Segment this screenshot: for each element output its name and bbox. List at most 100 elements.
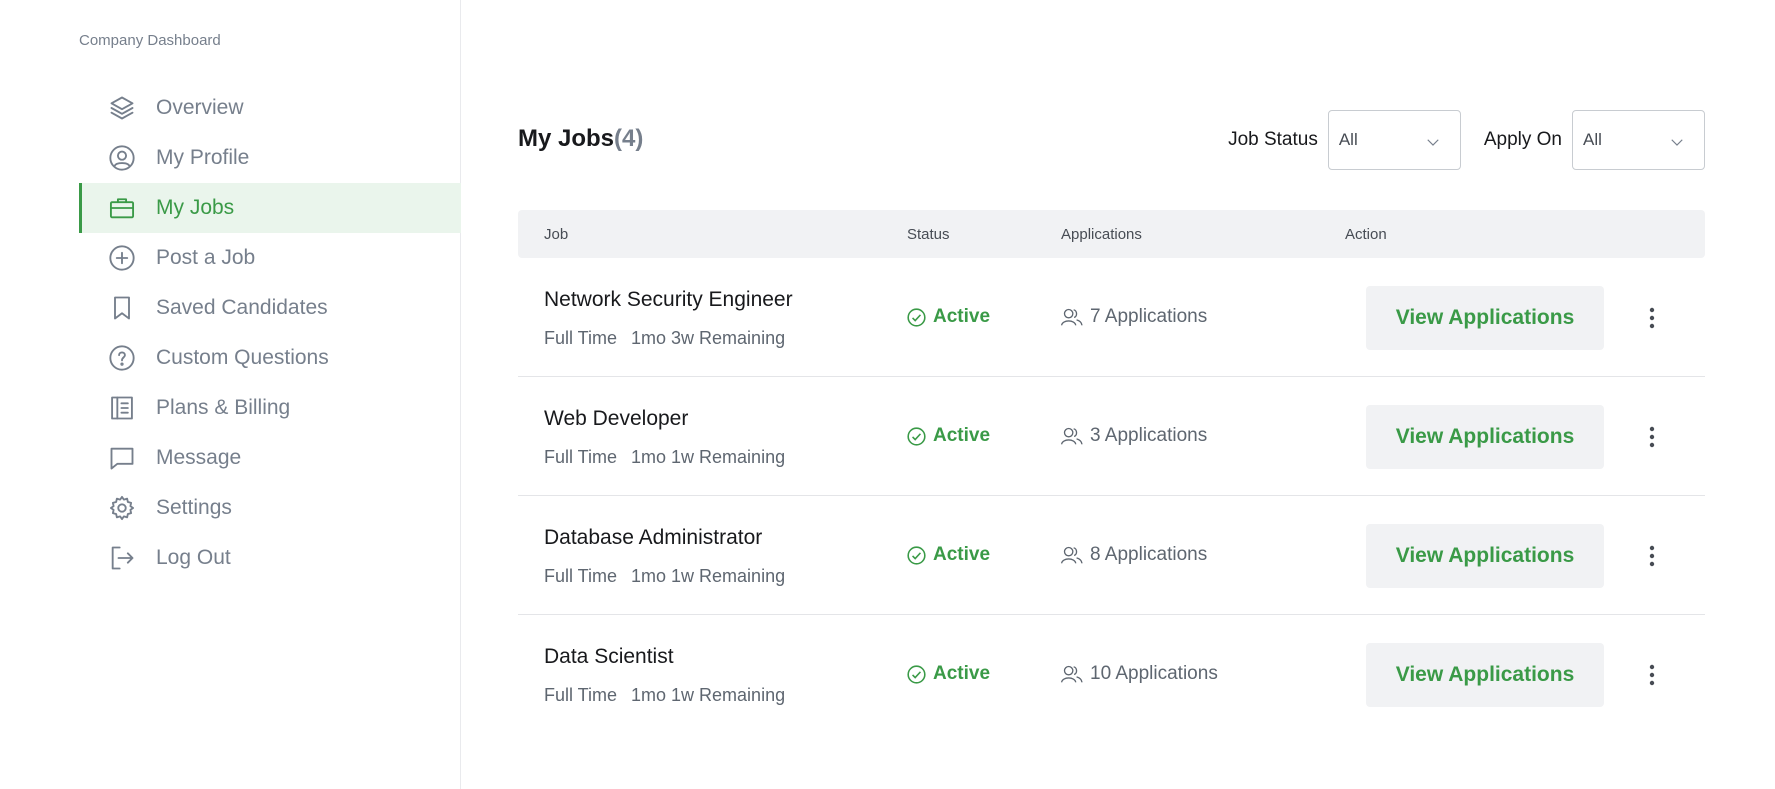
job-meta: Full Time 1mo 3w Remaining [544, 328, 785, 349]
column-header-job: Job [544, 226, 569, 243]
job-type: Full Time [544, 328, 618, 348]
sidebar-item-label: Overview [156, 96, 244, 119]
sidebar-item-label: Settings [156, 496, 232, 519]
applications-text: 8 Applications [1090, 544, 1208, 565]
users-icon [1060, 665, 1083, 683]
check-circle-icon [907, 664, 926, 684]
users-icon [1060, 546, 1083, 564]
page-title: My Jobs(4) [518, 125, 643, 153]
sidebar-item-my-profile[interactable]: My Profile [79, 133, 461, 183]
job-status-select[interactable]: All [1327, 110, 1461, 170]
column-header-applications: Applications [1061, 226, 1142, 243]
job-title[interactable]: Network Security Engineer [544, 288, 793, 312]
filters: Job Status All Apply On All [1228, 110, 1705, 170]
sidebar-item-plans-billing[interactable]: Plans & Billing [79, 383, 461, 433]
logout-icon [108, 544, 136, 572]
table-header: Job Status Applications Action [518, 210, 1705, 258]
job-type: Full Time [544, 447, 618, 467]
table-row: Data Scientist Full Time 1mo 1w Remaining… [518, 615, 1705, 734]
users-icon [1060, 427, 1083, 445]
sidebar-item-saved-candidates[interactable]: Saved Candidates [79, 283, 461, 333]
job-meta: Full Time 1mo 1w Remaining [544, 447, 785, 468]
more-options-icon[interactable] [1638, 659, 1666, 691]
sidebar-item-my-jobs[interactable]: My Jobs [79, 183, 461, 233]
view-applications-button[interactable]: View Applications [1366, 405, 1604, 469]
status-badge: Active [906, 544, 990, 566]
chevron-down-icon [1424, 133, 1442, 151]
sidebar-item-label: Message [156, 446, 242, 469]
sidebar-item-custom-questions[interactable]: Custom Questions [79, 333, 461, 383]
job-remaining: 1mo 3w Remaining [631, 328, 786, 348]
job-type: Full Time [544, 685, 618, 705]
table-row: Network Security Engineer Full Time 1mo 3… [518, 258, 1705, 377]
bookmark-icon [108, 294, 136, 322]
job-status-label: Job Status [1228, 129, 1318, 150]
applications-count: 3 Applications [1060, 425, 1207, 447]
sidebar-item-overview[interactable]: Overview [79, 83, 461, 133]
check-circle-icon [907, 545, 926, 565]
sidebar-item-label: Saved Candidates [156, 296, 328, 319]
job-remaining: 1mo 1w Remaining [631, 685, 786, 705]
applications-count: 8 Applications [1060, 544, 1207, 566]
chevron-down-icon [1668, 133, 1686, 151]
sidebar-item-message[interactable]: Message [79, 433, 461, 483]
main-content: My Jobs(4) Job Status All Apply On All J… [518, 0, 1705, 789]
job-title[interactable]: Data Scientist [544, 645, 674, 669]
status-badge: Active [906, 663, 990, 685]
apply-on-select[interactable]: All [1572, 110, 1705, 170]
view-applications-button[interactable]: View Applications [1366, 286, 1604, 350]
job-count: (4) [614, 125, 644, 152]
status-text: Active [933, 425, 991, 446]
gear-icon [108, 494, 136, 522]
table-row: Database Administrator Full Time 1mo 1w R… [518, 496, 1705, 615]
more-options-icon[interactable] [1638, 540, 1666, 572]
sidebar-nav: Overview My Profile My Jobs Post a Job S… [79, 83, 461, 583]
apply-on-label: Apply On [1483, 129, 1562, 150]
applications-text: 10 Applications [1090, 663, 1218, 684]
job-remaining: 1mo 1w Remaining [631, 566, 786, 586]
sidebar-item-post-a-job[interactable]: Post a Job [79, 233, 461, 283]
job-meta: Full Time 1mo 1w Remaining [544, 566, 785, 587]
table-row: Web Developer Full Time 1mo 1w Remaining … [518, 377, 1705, 496]
more-options-icon[interactable] [1638, 421, 1666, 453]
users-icon [1060, 308, 1083, 326]
applications-text: 3 Applications [1090, 425, 1208, 446]
job-type: Full Time [544, 566, 618, 586]
sidebar-item-log-out[interactable]: Log Out [79, 533, 461, 583]
job-title[interactable]: Database Administrator [544, 526, 762, 550]
sidebar-item-settings[interactable]: Settings [79, 483, 461, 533]
status-text: Active [933, 306, 991, 327]
status-text: Active [933, 544, 991, 565]
user-circle-icon [108, 144, 136, 172]
apply-on-value: All [1583, 130, 1602, 149]
column-header-status: Status [907, 226, 950, 243]
page-title-text: My Jobs [518, 125, 615, 152]
sidebar-item-label: My Jobs [156, 196, 235, 219]
check-circle-icon [907, 426, 926, 446]
more-options-icon[interactable] [1638, 302, 1666, 334]
notebook-icon [108, 394, 136, 422]
applications-count: 7 Applications [1060, 306, 1207, 328]
chat-icon [108, 444, 136, 472]
sidebar-item-label: Post a Job [156, 246, 256, 269]
sidebar-item-label: Log Out [156, 546, 231, 569]
status-badge: Active [906, 425, 990, 447]
sidebar-item-label: My Profile [156, 146, 250, 169]
status-text: Active [933, 663, 991, 684]
status-badge: Active [906, 306, 990, 328]
sidebar: Company Dashboard Overview My Profile My… [0, 0, 461, 789]
job-title[interactable]: Web Developer [544, 407, 688, 431]
briefcase-icon [108, 194, 136, 222]
view-applications-button[interactable]: View Applications [1366, 524, 1604, 588]
view-applications-button[interactable]: View Applications [1366, 643, 1604, 707]
sidebar-item-label: Custom Questions [156, 346, 329, 369]
column-header-action: Action [1345, 226, 1387, 243]
job-status-value: All [1338, 130, 1358, 149]
job-meta: Full Time 1mo 1w Remaining [544, 685, 785, 706]
applications-count: 10 Applications [1060, 663, 1218, 685]
plus-circle-icon [108, 244, 136, 272]
jobs-table: Job Status Applications Action Network S… [518, 210, 1705, 734]
job-remaining: 1mo 1w Remaining [631, 447, 786, 467]
sidebar-item-label: Plans & Billing [156, 396, 291, 419]
sidebar-heading: Company Dashboard [79, 32, 221, 49]
